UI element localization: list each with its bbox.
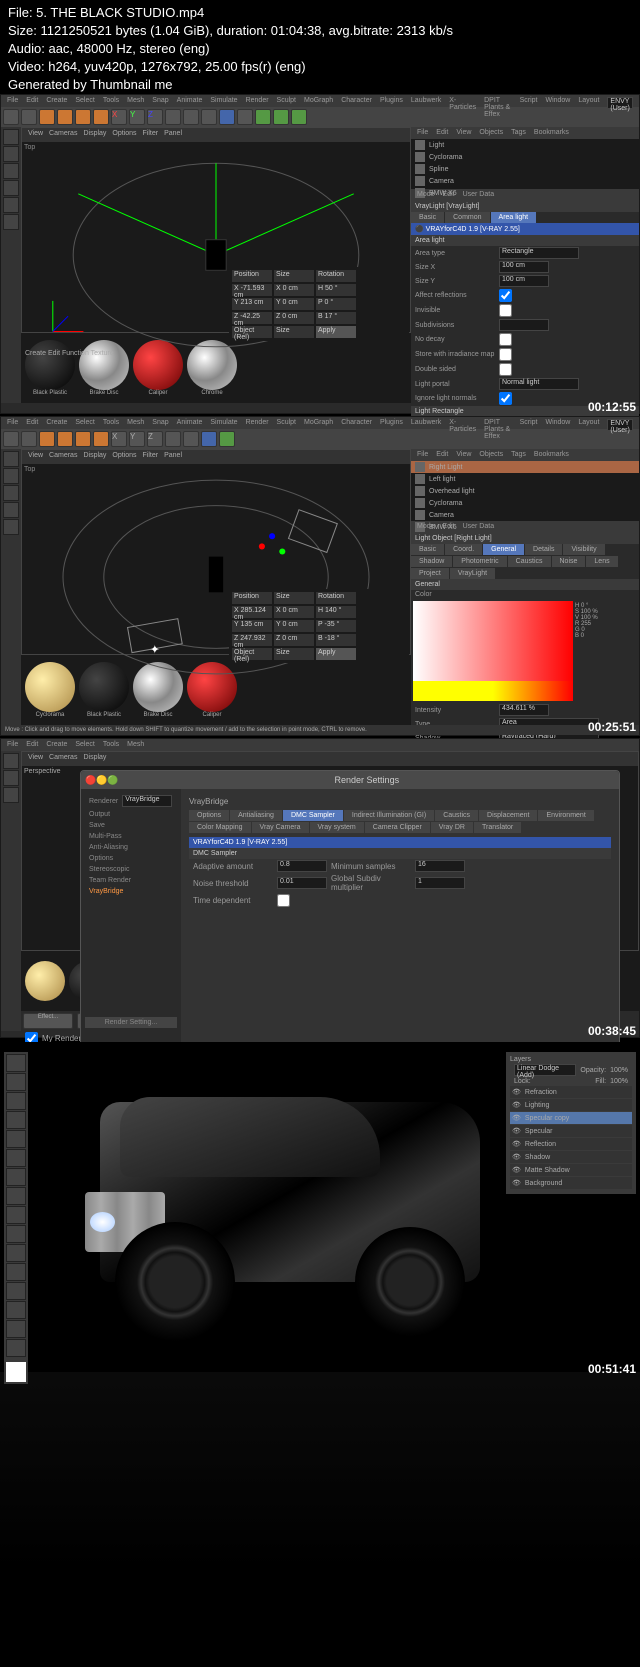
object-manager-menu[interactable]: FileEditViewObjectsTagsBookmarks — [411, 127, 639, 139]
object-mode-icon[interactable] — [3, 146, 19, 162]
ignore-normals-checkbox[interactable] — [499, 392, 512, 405]
vray-version: ⚫ VRAYforC4D 1.9 [V-RAY 2.55] — [411, 223, 639, 235]
mode-sidebar[interactable] — [1, 127, 21, 403]
hand-tool-icon[interactable] — [6, 1320, 26, 1338]
layer-refraction[interactable]: 👁Refraction — [510, 1086, 632, 1098]
pen-tool-icon[interactable] — [6, 1263, 26, 1281]
file-info-header: File: 5. THE BLACK STUDIO.mp4 Size: 1121… — [0, 0, 461, 98]
marquee-tool-icon[interactable] — [6, 1073, 26, 1091]
dialog-title: 🔴🟡🟢Render Settings — [81, 771, 619, 789]
photoshop-toolbar[interactable] — [4, 1052, 28, 1384]
layer-matte-shadow[interactable]: 👁Matte Shadow — [510, 1164, 632, 1176]
dodge-tool-icon[interactable] — [6, 1244, 26, 1262]
headlight — [90, 1212, 115, 1232]
model-mode-icon[interactable] — [3, 129, 19, 145]
select-icon[interactable] — [39, 109, 55, 125]
apply-button-2[interactable]: Apply — [316, 648, 356, 660]
hint-bar: Move : Click and drag to move elements. … — [1, 725, 639, 735]
render-icon[interactable] — [165, 109, 181, 125]
timestamp-2: 00:25:51 — [588, 720, 636, 734]
z-axis-icon[interactable]: Z — [147, 109, 163, 125]
stamp-tool-icon[interactable] — [6, 1187, 26, 1205]
material-brake-disc[interactable] — [79, 340, 129, 390]
invisible-checkbox[interactable] — [499, 304, 512, 317]
eraser-tool-icon[interactable] — [6, 1206, 26, 1224]
deformer-icon[interactable] — [291, 109, 307, 125]
material-chrome[interactable] — [187, 340, 237, 390]
mode-sidebar-2[interactable] — [1, 449, 21, 725]
c4d-panel-2: FileEditCreateSelectToolsMeshSnapAnimate… — [0, 416, 640, 736]
wand-tool-icon[interactable] — [6, 1111, 26, 1129]
main-menu-2[interactable]: FileEditCreateSelectToolsMeshSnapAnimate… — [1, 417, 639, 429]
move-icon[interactable] — [57, 109, 73, 125]
timestamp-3: 00:38:45 — [588, 1024, 636, 1038]
svg-text:✦: ✦ — [150, 643, 160, 657]
nodecay-checkbox[interactable] — [499, 333, 512, 346]
y-axis-icon[interactable]: Y — [129, 109, 145, 125]
poly-mode-icon[interactable] — [3, 197, 19, 213]
layer-lighting[interactable]: 👁Lighting — [510, 1099, 632, 1111]
material-manager[interactable]: Create Edit Function Texture Black Plast… — [21, 333, 411, 403]
layer-reflection[interactable]: 👁Reflection — [510, 1138, 632, 1150]
x-axis-icon[interactable]: X — [111, 109, 127, 125]
timestamp-4: 00:51:41 — [588, 1362, 636, 1376]
object-tree-2[interactable]: Right Light Left light Overhead light Cy… — [411, 461, 639, 521]
lasso-tool-icon[interactable] — [6, 1092, 26, 1110]
coordinates-panel[interactable]: PositionSizeRotation X -71.593 cmX 0 cmH… — [229, 267, 409, 341]
zoom-tool-icon[interactable] — [6, 1339, 26, 1357]
material-black-plastic[interactable] — [25, 340, 75, 390]
redo-icon[interactable] — [21, 109, 37, 125]
doublesided-checkbox[interactable] — [499, 363, 512, 376]
main-toolbar[interactable]: XYZ — [1, 107, 639, 127]
car-wheel-front — [115, 1222, 235, 1342]
move-tool-icon[interactable] — [6, 1054, 26, 1072]
spline-icon[interactable] — [237, 109, 253, 125]
foreground-color[interactable] — [6, 1362, 26, 1382]
layer-background[interactable]: 👁Background — [510, 1177, 632, 1189]
shape-tool-icon[interactable] — [6, 1301, 26, 1319]
object-tree[interactable]: Light Cyclorama Spline Camera BMW X6 — [411, 139, 639, 189]
color-picker[interactable] — [413, 601, 573, 701]
crop-tool-icon[interactable] — [6, 1130, 26, 1148]
layer-shadow[interactable]: 👁Shadow — [510, 1151, 632, 1163]
render-settings-icon[interactable] — [201, 109, 217, 125]
text-tool-icon[interactable] — [6, 1282, 26, 1300]
generator-icon[interactable] — [273, 109, 289, 125]
gradient-tool-icon[interactable] — [6, 1225, 26, 1243]
nurbs-icon[interactable] — [255, 109, 271, 125]
render-setting-button[interactable]: Render Setting... — [85, 1017, 177, 1028]
layer-specular[interactable]: 👁Specular — [510, 1125, 632, 1137]
irradiance-checkbox[interactable] — [499, 348, 512, 361]
main-toolbar-2[interactable]: XYZ — [1, 429, 639, 449]
main-menu-3[interactable]: FileEditCreateSelectToolsMesh — [1, 739, 639, 751]
material-caliper[interactable] — [133, 340, 183, 390]
layer-specular-copy[interactable]: 👁Specular copy — [510, 1112, 632, 1124]
car-wheel-rear — [355, 1227, 465, 1337]
edge-mode-icon[interactable] — [3, 180, 19, 196]
rotate-icon[interactable] — [93, 109, 109, 125]
eyedropper-tool-icon[interactable] — [6, 1149, 26, 1167]
cube-icon[interactable] — [219, 109, 235, 125]
material-manager-2[interactable]: Cyclorama Black Plastic Brake Disc Calip… — [21, 655, 411, 725]
material-cyclorama[interactable] — [25, 662, 75, 712]
apply-button[interactable]: Apply — [316, 326, 356, 338]
photoshop-panel: Layers Linear Dodge (Add)Opacity:100% Lo… — [0, 1042, 640, 1667]
scale-icon[interactable] — [75, 109, 91, 125]
coordinates-panel-2[interactable]: PositionSizeRotation X 285.124 cmX 0 cmH… — [229, 589, 409, 663]
affect-reflections-checkbox[interactable] — [499, 289, 512, 302]
texture-mode-icon[interactable] — [3, 214, 19, 230]
time-dependent-checkbox[interactable] — [277, 894, 290, 907]
timestamp-1: 00:12:55 — [588, 400, 636, 414]
undo-icon[interactable] — [3, 109, 19, 125]
point-mode-icon[interactable] — [3, 163, 19, 179]
c4d-panel-1: FileEditCreateSelectToolsMeshSnapAnimate… — [0, 94, 640, 414]
floor-reflection — [0, 1372, 640, 1572]
brush-tool-icon[interactable] — [6, 1168, 26, 1186]
render-region-icon[interactable] — [183, 109, 199, 125]
effect-button[interactable]: Effect... — [23, 1013, 73, 1029]
layers-panel[interactable]: Layers Linear Dodge (Add)Opacity:100% Lo… — [506, 1052, 636, 1194]
